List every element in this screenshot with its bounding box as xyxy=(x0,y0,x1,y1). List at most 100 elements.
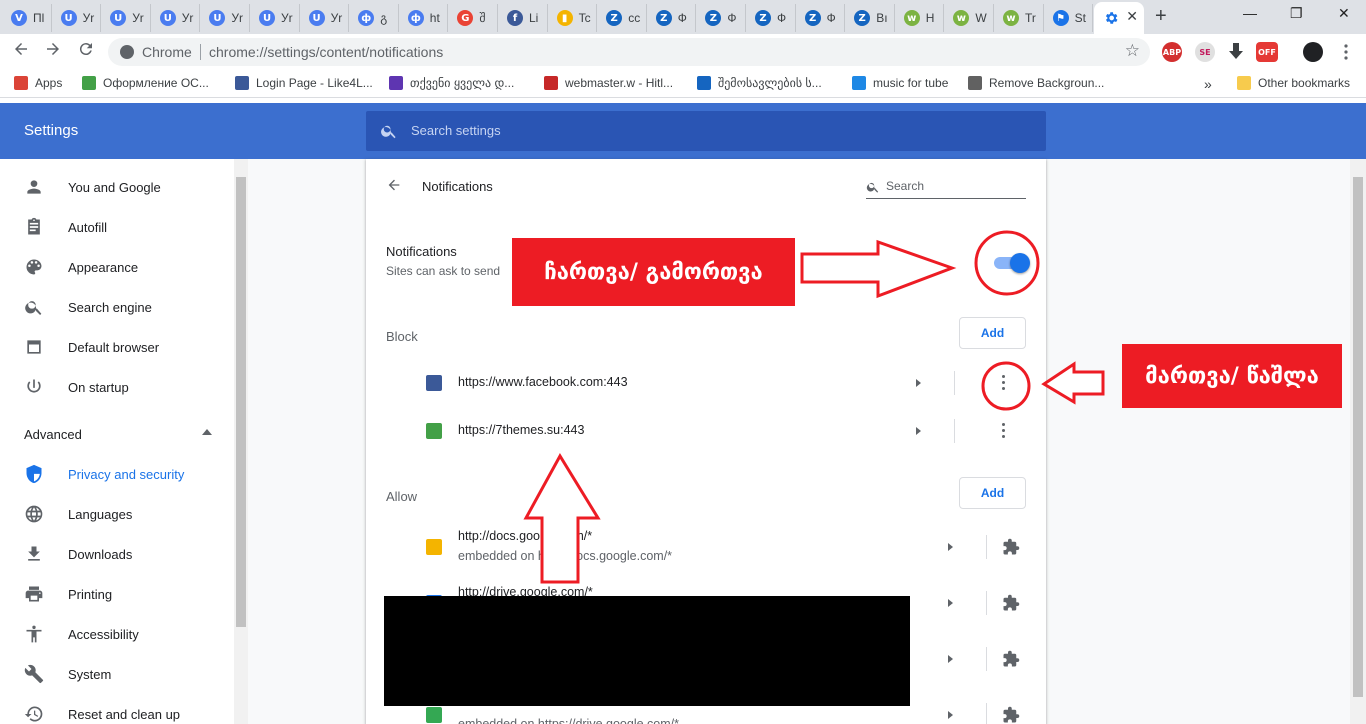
browser-tab[interactable]: Z Bı xyxy=(845,4,895,32)
sidebar-item[interactable]: Printing xyxy=(0,574,234,614)
new-tab-button[interactable]: + xyxy=(1155,5,1167,28)
download-extension-icon[interactable] xyxy=(1226,42,1246,62)
settings-sidebar: Advanced You and Google Autofill Appearanc… xyxy=(0,159,234,724)
reload-button[interactable] xyxy=(77,40,95,63)
sidebar-item[interactable]: Privacy and security xyxy=(0,454,234,494)
sidebar-item[interactable]: Accessibility xyxy=(0,614,234,654)
site-info-icon[interactable] xyxy=(120,45,134,59)
browser-tab[interactable]: ZФ xyxy=(647,4,697,32)
tab-title: ht xyxy=(429,11,440,25)
browser-tab[interactable]: Gშ xyxy=(448,4,498,32)
browser-tab[interactable]: wW xyxy=(944,4,994,32)
extension-puzzle-icon[interactable] xyxy=(1002,594,1020,612)
forward-button[interactable] xyxy=(44,40,62,63)
avatar[interactable] xyxy=(1303,42,1323,62)
blocked-site-row[interactable]: https://www.facebook.com:443 xyxy=(366,359,1046,407)
sidebar-item[interactable]: Search engine xyxy=(0,287,234,327)
bookmark-star-icon[interactable]: ☆ xyxy=(1125,41,1140,61)
more-actions-icon[interactable] xyxy=(1002,423,1006,441)
menu-icon[interactable] xyxy=(1336,42,1356,62)
sidebar-item[interactable]: Appearance xyxy=(0,247,234,287)
main-scroll-thumb[interactable] xyxy=(1353,177,1363,697)
browser-tab[interactable]: ZФ xyxy=(746,4,796,32)
bookmark-item[interactable]: შემოსავლების ს... xyxy=(697,76,822,90)
sidebar-item[interactable]: Languages xyxy=(0,494,234,534)
browser-tab[interactable]: ф ht xyxy=(399,4,449,32)
chevron-up-icon[interactable] xyxy=(202,429,212,435)
adblock-extension-icon[interactable]: ABP xyxy=(1162,42,1182,62)
tab-strip: ⚑ St w Tr w Ww H Z Bı Z Ф Z Ф Z Ф Z Ф Zcc ▮ Tc f Li Gშ ф ht ф გ U Уr… xyxy=(0,0,1366,34)
page-search-input[interactable]: Search xyxy=(866,177,1026,199)
close-tab-icon[interactable]: ✕ xyxy=(1126,8,1138,25)
sidebar-item[interactable]: Default browser xyxy=(0,327,234,367)
restore-button[interactable]: ❐ xyxy=(1290,5,1303,22)
tab-title: cc xyxy=(628,11,641,25)
extension-puzzle-icon[interactable] xyxy=(1002,706,1020,724)
chevron-right-icon[interactable] xyxy=(948,655,953,663)
more-actions-icon[interactable] xyxy=(1002,375,1006,393)
browser-tab[interactable]: U Уr xyxy=(250,4,300,32)
other-bookmarks-folder[interactable]: Other bookmarks xyxy=(1237,76,1350,90)
bookmarks-overflow-button[interactable]: » xyxy=(1204,76,1212,92)
tab-favicon-icon: Z xyxy=(705,10,722,26)
browser-tab[interactable]: wH xyxy=(895,4,945,32)
browser-tab[interactable]: ZФ xyxy=(696,4,746,32)
sidebar-item[interactable]: Downloads xyxy=(0,534,234,574)
address-bar[interactable]: Chrome chrome://settings/content/notific… xyxy=(108,38,1150,66)
url-text[interactable]: chrome://settings/content/notifications xyxy=(209,44,443,60)
chevron-right-icon[interactable] xyxy=(916,379,921,387)
page-title: Notifications xyxy=(422,179,493,194)
window-close-button[interactable]: ✕ xyxy=(1338,5,1350,22)
browser-tab[interactable]: ⚑ St xyxy=(1044,4,1094,32)
minimize-button[interactable]: — xyxy=(1243,5,1257,21)
off-extension-icon[interactable]: OFF xyxy=(1256,42,1278,62)
tab-settings-active[interactable]: ✕ xyxy=(1094,2,1144,34)
chevron-right-icon[interactable] xyxy=(916,427,921,435)
browser-tab[interactable]: ▮ Tc xyxy=(548,4,598,32)
blocked-site-row[interactable]: https://7themes.su:443 xyxy=(366,407,1046,455)
browser-tab[interactable]: U Уr xyxy=(52,4,102,32)
chevron-right-icon[interactable] xyxy=(948,599,953,607)
browser-tab[interactable]: f Li xyxy=(498,4,548,32)
bookmark-item[interactable]: Remove Backgroun... xyxy=(968,76,1104,90)
extension-puzzle-icon[interactable] xyxy=(1002,650,1020,668)
bookmark-item[interactable]: Apps xyxy=(14,76,62,90)
bookmark-item[interactable]: თქვენი ყველა დ... xyxy=(389,76,514,90)
main-scrollbar[interactable] xyxy=(1350,159,1366,724)
browser-tab[interactable]: ZФ xyxy=(796,4,846,32)
sidebar-item[interactable]: Autofill xyxy=(0,207,234,247)
sidebar-scroll-thumb[interactable] xyxy=(236,177,246,627)
allowed-site-row[interactable]: http://docs.google.com/* embedded on http… xyxy=(366,519,1046,575)
bookmark-item[interactable]: Оформление ОС... xyxy=(82,76,209,90)
browser-tab[interactable]: V Пl xyxy=(2,4,52,32)
add-block-site-button[interactable]: Add xyxy=(959,317,1026,349)
extension-puzzle-icon[interactable] xyxy=(1002,538,1020,556)
bookmark-item[interactable]: Login Page - Like4L... xyxy=(235,76,373,90)
notifications-toggle[interactable] xyxy=(994,253,1030,273)
settings-search-input[interactable]: Search settings xyxy=(366,111,1046,151)
se-extension-icon[interactable]: SE xyxy=(1195,42,1215,62)
browser-tab[interactable]: U Уr xyxy=(200,4,250,32)
sidebar-scrollbar[interactable] xyxy=(234,159,248,724)
browser-tab[interactable]: w Tr xyxy=(994,4,1044,32)
chevron-right-icon[interactable] xyxy=(948,543,953,551)
restore-icon xyxy=(24,704,44,724)
sidebar-item[interactable]: System xyxy=(0,654,234,694)
back-button[interactable] xyxy=(12,40,30,63)
tab-title: შ xyxy=(479,11,486,25)
browser-tab[interactable]: U Уr xyxy=(101,4,151,32)
sidebar-item[interactable]: Reset and clean up xyxy=(0,694,234,724)
back-arrow-icon[interactable] xyxy=(386,177,402,198)
chevron-right-icon[interactable] xyxy=(948,711,953,719)
browser-tab[interactable]: фგ xyxy=(349,4,399,32)
bookmark-item[interactable]: webmaster.w - Hitl... xyxy=(544,76,673,90)
bookmark-item[interactable]: music for tube xyxy=(852,76,948,90)
browser-tab[interactable]: U Уr xyxy=(151,4,201,32)
advanced-section-label[interactable]: Advanced xyxy=(24,427,82,442)
sidebar-item[interactable]: On startup xyxy=(0,367,234,407)
toggle-knob[interactable] xyxy=(1010,253,1030,273)
add-allow-site-button[interactable]: Add xyxy=(959,477,1026,509)
browser-tab[interactable]: Zcc xyxy=(597,4,647,32)
browser-tab[interactable]: U Уr xyxy=(300,4,350,32)
sidebar-item[interactable]: You and Google xyxy=(0,167,234,207)
